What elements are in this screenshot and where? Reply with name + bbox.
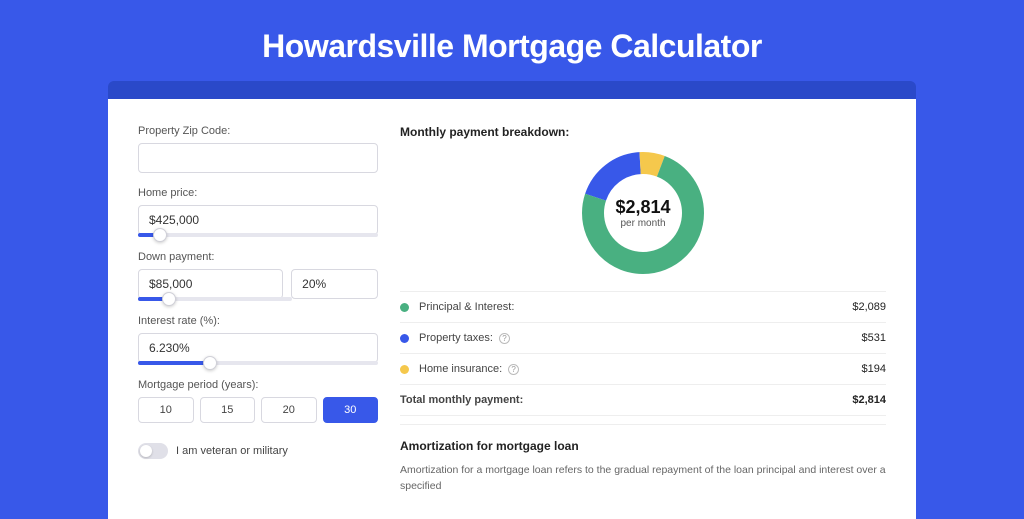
total-value: $2,814 <box>852 394 886 406</box>
legend-label: Principal & Interest: <box>419 301 514 313</box>
breakdown-column: Monthly payment breakdown: $2,814 per mo… <box>400 125 886 519</box>
interest-input[interactable] <box>138 333 378 363</box>
period-button-20[interactable]: 20 <box>261 397 317 423</box>
legend-dot <box>400 365 409 374</box>
amortization-title: Amortization for mortgage loan <box>400 439 886 453</box>
donut-chart: $2,814 per month <box>400 149 886 277</box>
zip-group: Property Zip Code: <box>138 125 378 173</box>
veteran-toggle[interactable] <box>138 443 168 459</box>
legend: Principal & Interest: $2,089 Property taxe… <box>400 291 886 416</box>
calculator-card: Property Zip Code: Home price: Down paym… <box>108 99 916 519</box>
info-icon[interactable]: ? <box>499 333 510 344</box>
header-band <box>108 81 916 99</box>
zip-label: Property Zip Code: <box>138 125 378 137</box>
legend-value: $194 <box>862 363 886 375</box>
legend-dot <box>400 334 409 343</box>
slider-thumb[interactable] <box>153 228 167 242</box>
page: Howardsville Mortgage Calculator Propert… <box>0 0 1024 512</box>
down-payment-pct-input[interactable] <box>291 269 378 299</box>
home-price-group: Home price: <box>138 187 378 237</box>
interest-group: Interest rate (%): <box>138 315 378 365</box>
slider-thumb[interactable] <box>162 292 176 306</box>
home-price-input[interactable] <box>138 205 378 235</box>
toggle-knob <box>140 445 152 457</box>
slider-thumb[interactable] <box>203 356 217 370</box>
legend-value: $531 <box>862 332 886 344</box>
legend-value: $2,089 <box>852 301 886 313</box>
home-price-slider[interactable] <box>138 233 378 237</box>
home-price-label: Home price: <box>138 187 378 199</box>
amortization-text: Amortization for a mortgage loan refers … <box>400 463 886 495</box>
veteran-label: I am veteran or military <box>176 445 288 457</box>
period-group: Mortgage period (years): 10152030 <box>138 379 378 423</box>
breakdown-title: Monthly payment breakdown: <box>400 125 886 139</box>
legend-label: Home insurance: <box>419 363 502 375</box>
period-button-15[interactable]: 15 <box>200 397 256 423</box>
veteran-row: I am veteran or military <box>138 443 378 459</box>
total-label: Total monthly payment: <box>400 394 523 406</box>
interest-label: Interest rate (%): <box>138 315 378 327</box>
legend-label: Property taxes: <box>419 332 493 344</box>
period-button-10[interactable]: 10 <box>138 397 194 423</box>
donut-sub: per month <box>615 218 670 229</box>
amortization-section: Amortization for mortgage loan Amortizat… <box>400 424 886 495</box>
legend-row: Principal & Interest: $2,089 <box>400 292 886 323</box>
interest-slider[interactable] <box>138 361 378 365</box>
inputs-column: Property Zip Code: Home price: Down paym… <box>138 125 378 519</box>
page-title: Howardsville Mortgage Calculator <box>0 0 1024 81</box>
legend-row: Home insurance:? $194 <box>400 354 886 385</box>
legend-dot <box>400 303 409 312</box>
down-payment-group: Down payment: <box>138 251 378 301</box>
down-payment-label: Down payment: <box>138 251 378 263</box>
zip-input[interactable] <box>138 143 378 173</box>
period-button-30[interactable]: 30 <box>323 397 379 423</box>
legend-total-row: Total monthly payment: $2,814 <box>400 385 886 416</box>
legend-row: Property taxes:? $531 <box>400 323 886 354</box>
period-label: Mortgage period (years): <box>138 379 378 391</box>
donut-amount: $2,814 <box>615 197 670 218</box>
down-payment-slider[interactable] <box>138 297 292 301</box>
info-icon[interactable]: ? <box>508 364 519 375</box>
down-payment-input[interactable] <box>138 269 283 299</box>
